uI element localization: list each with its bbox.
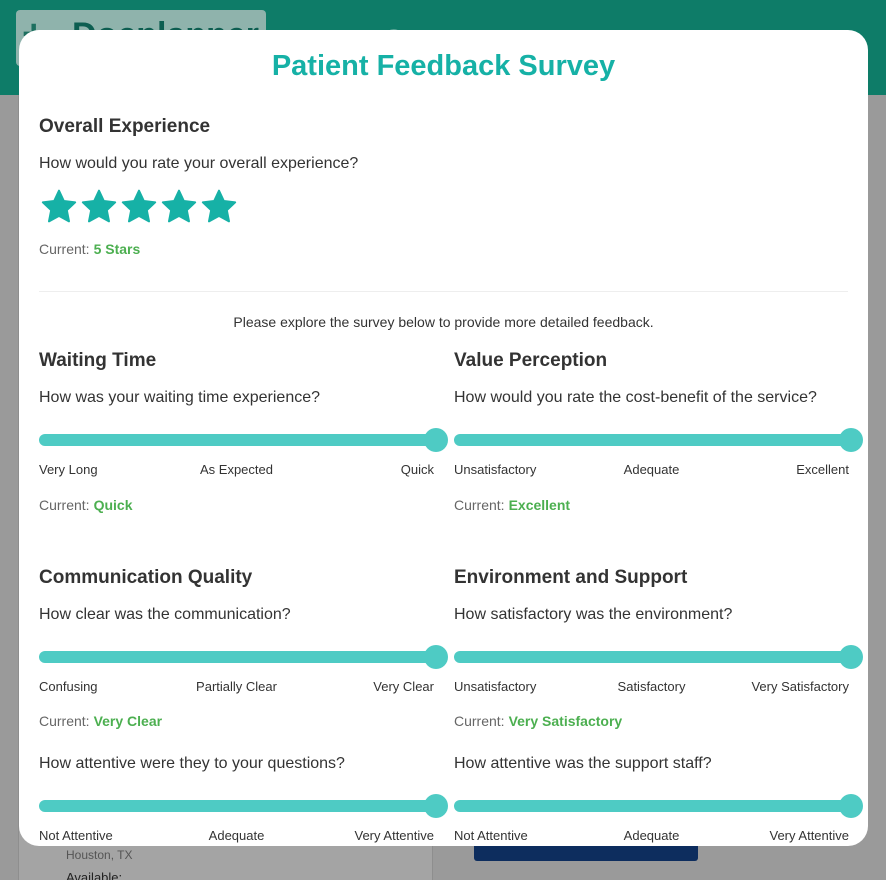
scale-label-mid: Partially Clear: [196, 679, 277, 694]
scale-label-mid: Satisfactory: [617, 679, 686, 694]
star-icon[interactable]: [79, 187, 119, 227]
slider-track[interactable]: [39, 434, 434, 446]
communication-current: Current: Very Clear: [39, 713, 163, 729]
overall-current: Current: 5 Stars: [39, 241, 141, 257]
slider-track[interactable]: [39, 800, 434, 812]
waiting-heading: Waiting Time: [39, 350, 157, 371]
overall-heading: Overall Experience: [39, 116, 211, 137]
star-rating: [39, 187, 239, 227]
communication-heading: Communication Quality: [39, 567, 253, 588]
scale-label-low: Unsatisfactory: [454, 679, 537, 694]
support-question: How attentive was the support staff?: [454, 755, 712, 772]
attentive-scale-labels: Not Attentive Adequate Very Attentive: [39, 828, 434, 844]
scale-label-high: Very Satisfactory: [751, 679, 849, 694]
scale-label-mid: As Expected: [200, 462, 273, 477]
slider-thumb[interactable]: [839, 428, 863, 452]
environment-heading: Environment and Support: [454, 567, 688, 588]
value-current: Current: Excellent: [454, 497, 571, 513]
slider-track[interactable]: [454, 800, 849, 812]
slider-track[interactable]: [39, 651, 434, 663]
waiting-current-value: Quick: [93, 497, 133, 513]
waiting-slider[interactable]: [39, 428, 448, 452]
scale-label-low: Not Attentive: [39, 828, 113, 843]
scale-label-low: Not Attentive: [454, 828, 528, 843]
scale-label-high: Very Attentive: [769, 828, 850, 843]
environment-question: How satisfactory was the environment?: [454, 606, 733, 623]
slider-thumb[interactable]: [839, 794, 863, 818]
slider-thumb[interactable]: [424, 794, 448, 818]
scale-label-low: Confusing: [39, 679, 98, 694]
availability-label: Available:: [66, 870, 123, 880]
communication-scale-labels: Confusing Partially Clear Very Clear: [39, 679, 434, 695]
support-slider[interactable]: [454, 794, 863, 818]
doctor-location: Houston, TX: [66, 848, 133, 862]
support-scale-labels: Not Attentive Adequate Very Attentive: [454, 828, 849, 844]
scale-label-high: Very Clear: [373, 679, 434, 694]
scale-label-high: Excellent: [796, 462, 849, 477]
overall-current-value: 5 Stars: [93, 241, 141, 257]
scale-label-mid: Adequate: [623, 462, 680, 477]
communication-current-value: Very Clear: [93, 713, 163, 729]
scale-label-high: Quick: [400, 462, 434, 477]
scale-label-low: Unsatisfactory: [454, 462, 537, 477]
survey-title: Patient Feedback Survey: [271, 50, 616, 82]
value-question: How would you rate the cost-benefit of t…: [454, 389, 817, 406]
star-icon[interactable]: [119, 187, 159, 227]
scale-label-mid: Adequate: [208, 828, 265, 843]
survey-intro: Please explore the survey below to provi…: [233, 314, 654, 330]
environment-current: Current: Very Satisfactory: [454, 713, 623, 729]
communication-slider[interactable]: [39, 645, 448, 669]
environment-scale-labels: Unsatisfactory Satisfactory Very Satisfa…: [454, 679, 849, 695]
value-slider[interactable]: [454, 428, 863, 452]
value-heading: Value Perception: [454, 350, 608, 371]
scale-label-low: Very Long: [39, 462, 98, 477]
value-scale-labels: Unsatisfactory Adequate Excellent: [454, 462, 849, 478]
waiting-current: Current: Quick: [39, 497, 133, 513]
section-divider: [39, 291, 848, 292]
environment-slider[interactable]: [454, 645, 863, 669]
environment-current-value: Very Satisfactory: [508, 713, 623, 729]
slider-thumb[interactable]: [424, 645, 448, 669]
star-icon[interactable]: [199, 187, 239, 227]
value-current-value: Excellent: [508, 497, 571, 513]
star-icon[interactable]: [159, 187, 199, 227]
slider-track[interactable]: [454, 434, 849, 446]
communication-question: How clear was the communication?: [39, 606, 291, 623]
slider-track[interactable]: [454, 651, 849, 663]
star-icon[interactable]: [39, 187, 79, 227]
waiting-scale-labels: Very Long As Expected Quick: [39, 462, 434, 478]
survey-modal: Patient Feedback Survey Overall Experien…: [19, 30, 868, 846]
slider-thumb[interactable]: [424, 428, 448, 452]
attentive-question: How attentive were they to your question…: [39, 755, 345, 772]
scale-label-mid: Adequate: [623, 828, 680, 843]
scale-label-high: Very Attentive: [354, 828, 435, 843]
waiting-question: How was your waiting time experience?: [39, 389, 321, 406]
attentive-slider[interactable]: [39, 794, 448, 818]
overall-question: How would you rate your overall experien…: [39, 155, 359, 172]
slider-thumb[interactable]: [839, 645, 863, 669]
